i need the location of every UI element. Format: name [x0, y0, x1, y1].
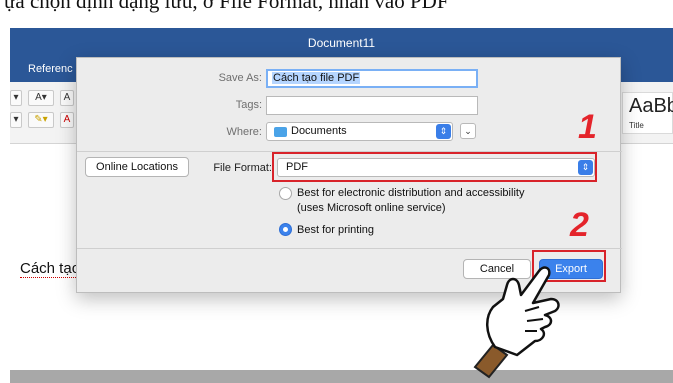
highlight-color-button[interactable]: ✎▾: [28, 112, 54, 128]
ribbon-dropdown-button[interactable]: ▾: [10, 90, 22, 106]
tab-references[interactable]: Referenc: [28, 63, 73, 75]
step-number-2: 2: [570, 206, 589, 244]
style-title-preview[interactable]: AaBb( Title: [622, 92, 673, 134]
dialog-divider: [77, 248, 622, 249]
tags-field[interactable]: [266, 96, 478, 115]
save-as-label: Save As:: [218, 72, 262, 84]
radio-electronic-distribution[interactable]: [279, 187, 292, 200]
option-printing-label: Best for printing: [297, 224, 375, 236]
file-format-highlight: [272, 152, 597, 182]
ribbon-dropdown-button[interactable]: ▾: [10, 112, 22, 128]
pointing-hand-icon: [473, 266, 560, 379]
step-number-1: 1: [578, 108, 597, 146]
tutorial-caption: ựa chọn định dạng lưu, ở File Format, nh…: [4, 0, 449, 13]
online-locations-button[interactable]: Online Locations: [85, 157, 189, 177]
folder-icon: [274, 127, 287, 137]
where-label: Where:: [226, 126, 262, 138]
where-popup[interactable]: Documents ⇕: [266, 122, 453, 141]
style-sample: AaBb(: [629, 95, 673, 117]
font-size-button[interactable]: A▾: [28, 90, 54, 106]
radio-best-for-printing[interactable]: [279, 223, 292, 236]
screenshot-canvas: ựa chọn định dạng lưu, ở File Format, nh…: [0, 0, 673, 383]
file-format-label: File Format:: [213, 162, 272, 174]
where-value: Documents: [291, 125, 347, 137]
tags-label: Tags:: [235, 99, 262, 111]
font-color-button[interactable]: A: [60, 112, 74, 128]
expand-dialog-button[interactable]: ⌄: [460, 123, 476, 139]
window-title: Document11: [10, 28, 673, 58]
up-down-arrows-icon: ⇕: [436, 124, 451, 139]
save-as-value: Cách tạo file PDF: [272, 72, 361, 84]
clear-format-button[interactable]: A: [60, 90, 74, 106]
document-text[interactable]: Cách tạo: [20, 260, 81, 278]
option-electronic-line2: (uses Microsoft online service): [297, 202, 446, 214]
save-as-field[interactable]: Cách tạo file PDF: [266, 69, 478, 88]
style-label: Title: [629, 121, 644, 130]
option-electronic-line1: Best for electronic distribution and acc…: [297, 187, 525, 199]
